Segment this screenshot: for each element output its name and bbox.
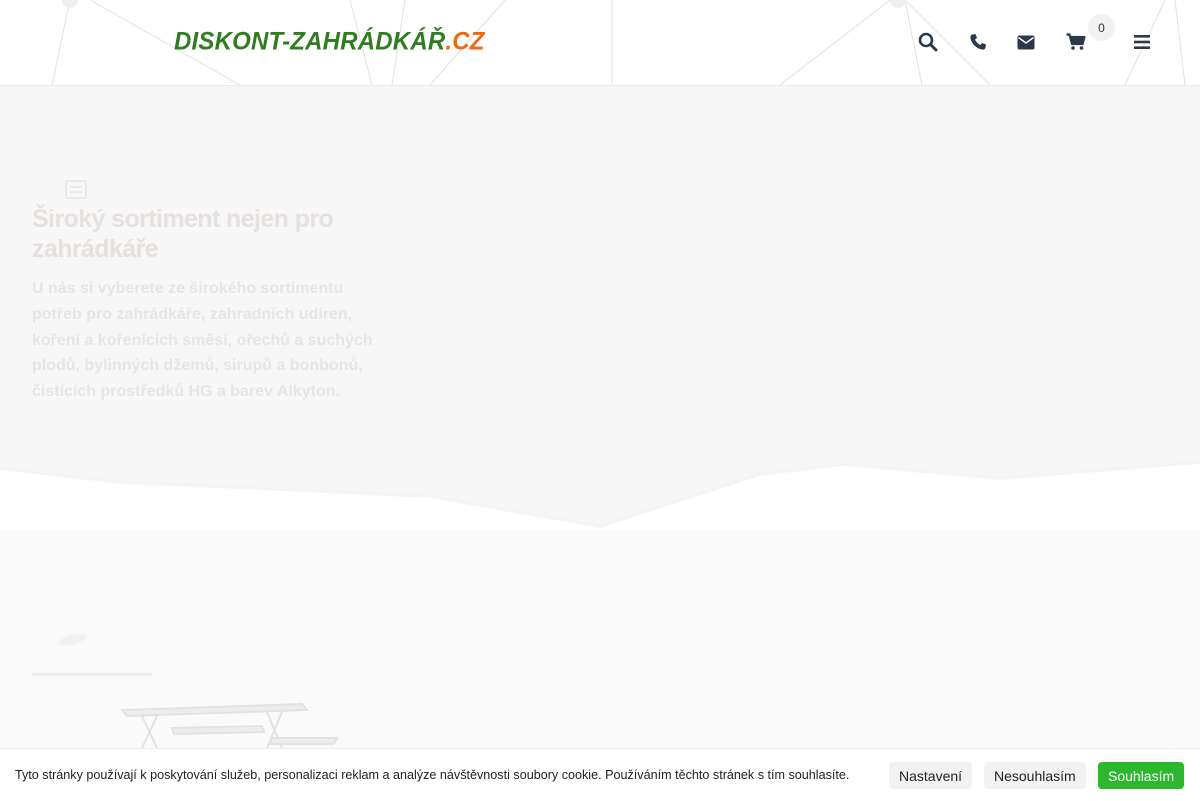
phone-icon[interactable] xyxy=(966,30,990,54)
leaf-icon xyxy=(58,634,88,646)
site-logo[interactable]: DISKONT-ZAHRÁDKÁŘ.CZ xyxy=(174,27,485,61)
hero-bottom-wave xyxy=(0,460,1200,530)
catalog-icon xyxy=(65,180,87,199)
menu-icon[interactable] xyxy=(1130,30,1154,54)
cookie-settings-button[interactable]: Nastavení xyxy=(889,762,973,789)
cart-icon[interactable] xyxy=(1064,30,1088,54)
cookie-notice-text: Tyto stránky používají k poskytování slu… xyxy=(15,768,850,782)
hero-section: Široký sortiment nejen pro zahrádkáře U … xyxy=(0,86,1200,530)
cookie-consent-bar: Tyto stránky používají k poskytování slu… xyxy=(0,748,1200,801)
search-icon[interactable] xyxy=(916,30,940,54)
site-header: DISKONT-ZAHRÁDKÁŘ.CZ 0 xyxy=(0,0,1200,86)
cookie-accept-button[interactable]: Souhlasím xyxy=(1098,762,1185,789)
hero-description: U nás si vyberete ze širokého sortimentu… xyxy=(32,280,373,401)
cookie-decline-button[interactable]: Nesouhlasím xyxy=(984,762,1086,789)
beer-set-image[interactable] xyxy=(112,698,352,748)
envelope-icon[interactable] xyxy=(1014,30,1038,54)
logo-text: DISKONT-ZAHRÁDKÁŘ xyxy=(174,27,446,56)
hero-title: Široký sortiment nejen pro zahrádkáře xyxy=(32,205,334,263)
logo-domain: .CZ xyxy=(445,27,485,56)
cart-count-badge: 0 xyxy=(1088,14,1115,41)
section-divider xyxy=(32,673,152,676)
